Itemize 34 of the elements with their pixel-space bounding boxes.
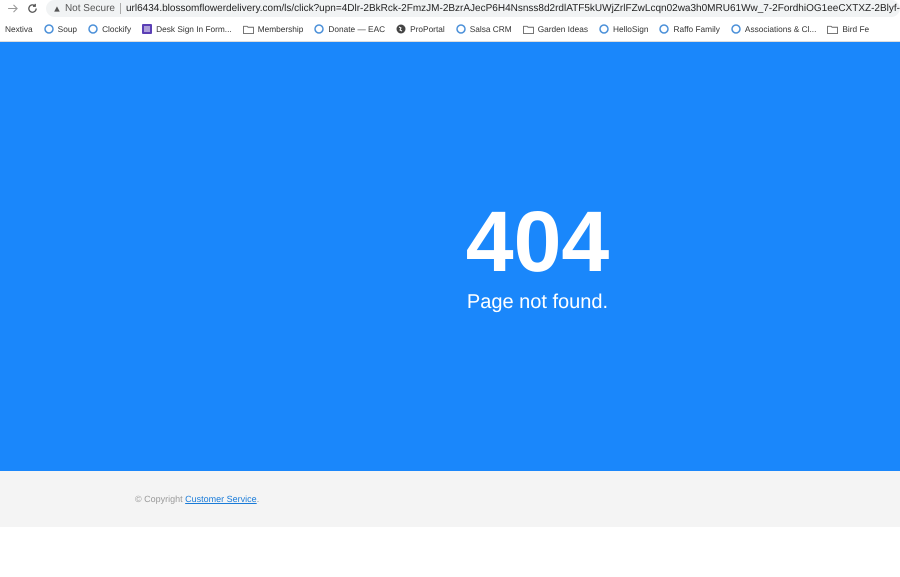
- list-icon: [142, 24, 152, 34]
- bookmark-link[interactable]: Salsa CRM: [456, 24, 512, 34]
- security-label: Not Secure: [64, 3, 121, 14]
- address-bar[interactable]: Not Secure url6434.blossomflowerdelivery.com/ls/click?upn=4Dlr-2BkRck-2FmzJM-2BzrAJecP6H4Nsnss8d2rdlATF5kUWjZrlFZwLcqn02wa3h0MRU61Ww_7-2FordhiOG1eeCXTXZ-2Blyf-: [46, 0, 900, 17]
- bookmark-link[interactable]: Soup: [44, 24, 78, 34]
- site-icon: [730, 24, 741, 34]
- site-icon: [598, 24, 609, 34]
- folder-icon: [522, 24, 534, 34]
- error-code: 404: [466, 199, 610, 285]
- site-icon: [314, 24, 324, 34]
- folder-icon: [242, 24, 254, 34]
- customer-service-link[interactable]: Customer Service: [185, 494, 257, 504]
- bookmark-link[interactable]: Membership: [242, 24, 304, 34]
- url-text: url6434.blossomflowerdelivery.com/ls/click?upn=4Dlr-2BkRck-2FmzJM-2BzrAJecP6H4Nsnss8d2rdlATF5kUWjZrlFZwLcqn02wa3h0MRU61Ww_7-2FordhiOG1eeCXTXZ-2Blyf-: [126, 3, 900, 14]
- bookmark-link[interactable]: Raffo Family: [659, 24, 720, 34]
- site-icon: [456, 24, 466, 34]
- forward-icon[interactable]: [8, 4, 19, 13]
- bookmark-link[interactable]: Nextiva: [5, 24, 33, 34]
- site-icon: [88, 24, 98, 34]
- warning-icon: [54, 4, 60, 14]
- bookmark-link[interactable]: ProPortal: [396, 24, 445, 34]
- site-icon: [659, 24, 670, 34]
- bookmark-link[interactable]: Bird Fe: [827, 24, 870, 34]
- copyright-text: © Copyright Customer Service.: [135, 494, 260, 504]
- bookmark-link[interactable]: Clockify: [88, 24, 132, 34]
- error-message: Page not found.: [466, 291, 610, 314]
- bookmark-link[interactable]: Associations & Cl...: [730, 24, 816, 34]
- reload-icon[interactable]: [27, 3, 38, 14]
- bookmark-link[interactable]: Donate — EAC: [314, 24, 386, 34]
- bookmark-link[interactable]: Garden Ideas: [522, 24, 588, 34]
- folder-icon: [827, 24, 838, 34]
- bookmark-link[interactable]: Desk Sign In Form...: [142, 24, 232, 34]
- site-icon: [44, 24, 54, 34]
- bookmark-link[interactable]: HelloSign: [598, 24, 648, 34]
